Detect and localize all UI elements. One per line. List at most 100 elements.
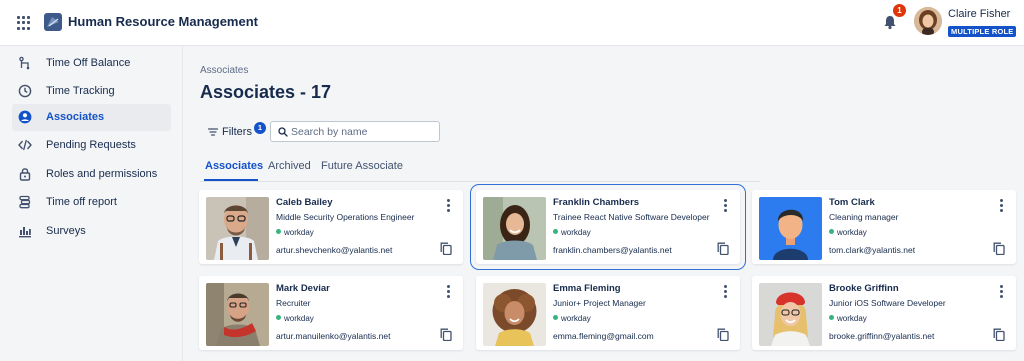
sidebar-item-label: Time off report <box>46 196 117 208</box>
hr-logo-icon[interactable] <box>44 13 62 31</box>
more-options-icon[interactable] <box>722 285 728 301</box>
notifications-bell-icon[interactable] <box>882 14 898 30</box>
status-dot-icon <box>829 315 834 320</box>
bar-chart-icon <box>19 227 31 238</box>
copy-icon[interactable] <box>993 242 1005 255</box>
status-indicator: workday <box>553 314 591 323</box>
associate-role: Middle Security Operations Engineer <box>276 212 415 222</box>
associate-photo <box>206 197 269 260</box>
associate-email: franklin.chambers@yalantis.net <box>553 245 672 255</box>
sidebar-item-roles-and-permissions[interactable]: Roles and permissions <box>12 161 171 188</box>
status-dot-icon <box>553 229 558 234</box>
status-text: workday <box>837 314 867 323</box>
sidebar: Time Off Balance Time Tracking Associate… <box>0 46 183 361</box>
copy-icon[interactable] <box>717 242 729 255</box>
filters-count-badge: 1 <box>254 122 266 134</box>
role-badge[interactable]: MULTIPLE ROLE <box>948 26 1017 37</box>
sidebar-item-label: Surveys <box>46 225 86 237</box>
associate-card[interactable]: Tom Clark Cleaning manager workday tom.c… <box>752 190 1016 264</box>
associate-card[interactable]: Franklin Chambers Trainee React Native S… <box>470 184 746 270</box>
associate-name: Tom Clark <box>829 197 875 208</box>
associate-email: brooke.griffinn@yalantis.net <box>829 331 935 341</box>
associate-name: Mark Deviar <box>276 283 330 294</box>
top-bar: Human Resource Management 1 Claire Fishe… <box>0 0 1024 46</box>
sidebar-item-surveys[interactable]: Surveys <box>12 218 171 245</box>
sidebar-item-time-off-balance[interactable]: Time Off Balance <box>12 50 171 77</box>
user-avatar[interactable] <box>914 7 942 35</box>
breadcrumb[interactable]: Associates <box>200 65 248 76</box>
sidebar-item-label: Roles and permissions <box>46 168 158 180</box>
filters-label: Filters <box>222 126 252 138</box>
user-name: Claire Fisher <box>948 8 1011 20</box>
associate-role: Trainee React Native Software Developer <box>553 212 710 222</box>
associate-email: tom.clark@yalantis.net <box>829 245 916 255</box>
associate-email: emma.fleming@gmail.com <box>553 331 654 341</box>
associate-photo <box>206 283 269 346</box>
search-box[interactable] <box>270 121 440 142</box>
associate-photo <box>759 197 822 260</box>
associate-name: Franklin Chambers <box>553 197 640 208</box>
sidebar-item-associates[interactable]: Associates <box>12 104 171 131</box>
apps-grid-icon[interactable] <box>17 16 31 30</box>
status-indicator: workday <box>276 314 314 323</box>
sidebar-item-label: Time Off Balance <box>46 57 131 69</box>
status-text: workday <box>561 228 591 237</box>
tabs: Associates Archived Future Associate <box>200 158 760 182</box>
app-title: Human Resource Management <box>68 14 258 29</box>
more-options-icon[interactable] <box>998 199 1004 215</box>
associate-role: Cleaning manager <box>829 212 899 222</box>
sidebar-item-pending-requests[interactable]: Pending Requests <box>12 132 171 159</box>
associate-card[interactable]: Mark Deviar Recruiter workday artur.manu… <box>199 276 463 350</box>
more-options-icon[interactable] <box>445 199 451 215</box>
copy-icon[interactable] <box>440 242 452 255</box>
status-dot-icon <box>276 315 281 320</box>
lock-icon <box>19 168 31 181</box>
associate-email: artur.manuilenko@yalantis.net <box>276 331 391 341</box>
status-dot-icon <box>829 229 834 234</box>
tab-associates[interactable]: Associates <box>205 160 263 172</box>
associate-card[interactable]: Caleb Bailey Middle Security Operations … <box>199 190 463 264</box>
associate-photo <box>483 283 546 346</box>
time-off-balance-icon <box>19 56 30 70</box>
search-input[interactable] <box>291 124 436 139</box>
tab-archived[interactable]: Archived <box>268 160 311 172</box>
sidebar-item-label: Time Tracking <box>46 85 115 97</box>
code-icon <box>18 139 32 151</box>
associate-email: artur.shevchenko@yalantis.net <box>276 245 393 255</box>
status-indicator: workday <box>829 228 867 237</box>
status-text: workday <box>284 314 314 323</box>
associate-name: Brooke Griffinn <box>829 283 899 294</box>
copy-icon[interactable] <box>993 328 1005 341</box>
tab-future-associate[interactable]: Future Associate <box>321 160 403 172</box>
associate-card[interactable]: Emma Fleming Junior+ Project Manager wor… <box>476 276 740 350</box>
more-options-icon[interactable] <box>998 285 1004 301</box>
person-icon <box>18 110 32 124</box>
search-icon <box>278 127 288 137</box>
status-dot-icon <box>553 315 558 320</box>
copy-icon[interactable] <box>440 328 452 341</box>
associate-photo <box>483 197 546 260</box>
copy-icon[interactable] <box>717 328 729 341</box>
more-options-icon[interactable] <box>722 199 728 215</box>
status-text: workday <box>284 228 314 237</box>
sidebar-item-label: Associates <box>46 111 105 123</box>
status-text: workday <box>837 228 867 237</box>
sidebar-item-time-off-report[interactable]: Time off report <box>12 189 171 216</box>
sidebar-item-label: Pending Requests <box>46 139 136 151</box>
associate-name: Caleb Bailey <box>276 197 333 208</box>
sidebar-item-time-tracking[interactable]: Time Tracking <box>12 78 171 105</box>
filter-icon <box>208 128 218 136</box>
more-options-icon[interactable] <box>445 285 451 301</box>
associate-card[interactable]: Brooke Griffinn Junior iOS Software Deve… <box>752 276 1016 350</box>
associate-role: Junior iOS Software Developer <box>829 298 946 308</box>
report-icon <box>19 195 31 209</box>
active-tab-indicator <box>204 179 258 181</box>
associate-role: Junior+ Project Manager <box>553 298 646 308</box>
associate-role: Recruiter <box>276 298 311 308</box>
status-indicator: workday <box>829 314 867 323</box>
associate-photo <box>759 283 822 346</box>
status-dot-icon <box>276 229 281 234</box>
status-indicator: workday <box>276 228 314 237</box>
page-title: Associates - 17 <box>200 82 332 102</box>
status-text: workday <box>561 314 591 323</box>
